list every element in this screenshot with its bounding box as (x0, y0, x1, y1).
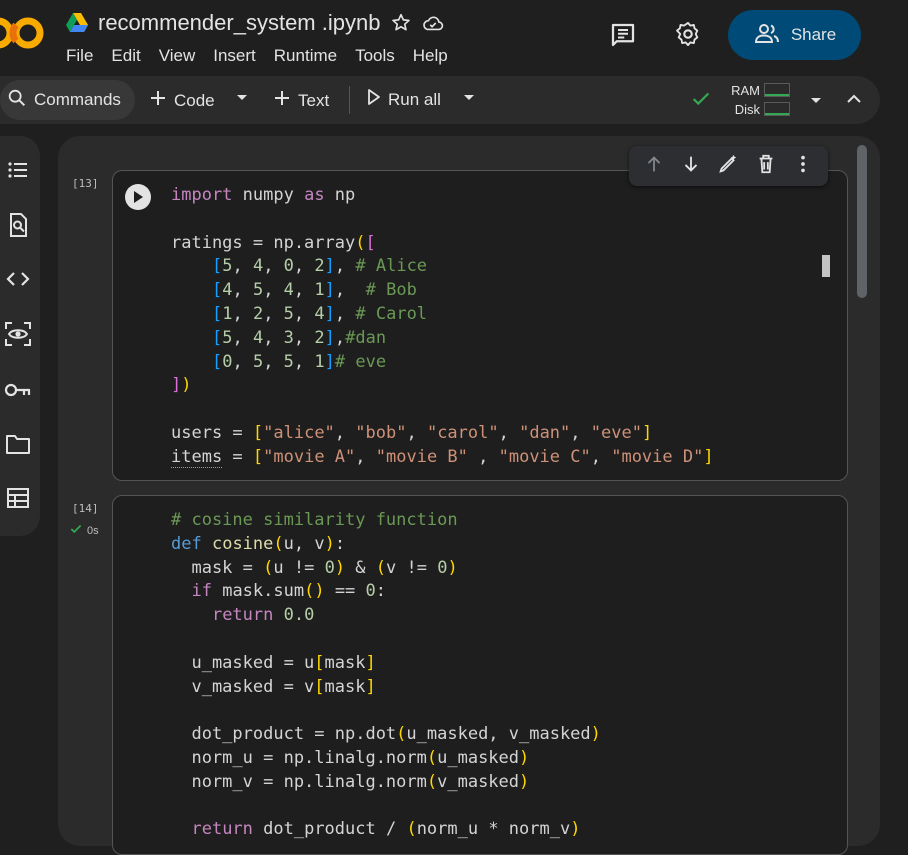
toolbar-divider (349, 86, 350, 114)
menu-runtime[interactable]: Runtime (274, 46, 337, 66)
menu-insert[interactable]: Insert (213, 46, 256, 66)
page-scrollbar[interactable] (857, 145, 867, 298)
search-icon (6, 87, 28, 114)
commands-button[interactable]: Commands (0, 80, 135, 120)
side-rail (0, 136, 40, 536)
cloud-saved-icon[interactable] (422, 12, 444, 34)
more-vert-icon[interactable] (792, 153, 814, 180)
menu-help[interactable]: Help (413, 46, 448, 66)
code-cell[interactable]: import numpy as np ratings = np.array([ … (112, 170, 848, 481)
cell-toolbar (629, 146, 828, 186)
resource-monitor[interactable]: RAM Disk (730, 81, 760, 119)
chevron-down-icon[interactable] (461, 92, 477, 104)
check-icon (69, 522, 83, 539)
folder-icon[interactable] (4, 430, 32, 458)
plus-icon (272, 88, 292, 113)
code-cell[interactable]: # cosine similarity function def cosine(… (112, 495, 848, 855)
add-text-button[interactable]: Text (272, 88, 329, 113)
run-all-button[interactable]: Run all (366, 88, 441, 111)
plus-icon (148, 88, 168, 113)
execution-time: 0s (87, 524, 99, 537)
edit-icon[interactable] (717, 153, 739, 180)
notebook-title[interactable]: recommender_system .ipynb (98, 10, 380, 36)
commands-label: Commands (34, 90, 121, 109)
key-icon[interactable] (4, 376, 32, 404)
ram-meter (764, 83, 790, 97)
table-icon[interactable] (4, 484, 32, 512)
ram-label: RAM (731, 83, 760, 98)
menu-view[interactable]: View (159, 46, 196, 66)
menu-tools[interactable]: Tools (355, 46, 395, 66)
star-icon[interactable] (390, 12, 412, 34)
code-label: Code (174, 90, 215, 110)
share-button[interactable]: Share (728, 10, 861, 60)
drive-icon[interactable] (66, 13, 88, 33)
execution-status: 0s (69, 522, 99, 539)
chevron-down-icon[interactable] (808, 94, 824, 112)
execution-count: [13] (72, 177, 99, 190)
code-snippets-icon[interactable] (4, 265, 32, 293)
add-code-button[interactable]: Code (148, 88, 215, 113)
run-cell-button[interactable] (125, 184, 151, 210)
cell-scrollbar[interactable] (822, 255, 830, 277)
arrow-up-icon[interactable] (643, 153, 665, 180)
share-label: Share (790, 25, 837, 44)
menu-edit[interactable]: Edit (111, 46, 140, 66)
toc-icon[interactable] (4, 156, 32, 184)
execution-count: [14] (72, 502, 99, 515)
text-label: Text (298, 90, 330, 110)
chevron-up-icon[interactable] (845, 92, 863, 111)
play-icon (366, 88, 382, 111)
menu-file[interactable]: File (66, 46, 93, 66)
people-icon (753, 22, 781, 49)
gear-icon[interactable] (674, 20, 702, 48)
title-row: recommender_system .ipynb (66, 10, 444, 36)
code-editor[interactable]: # cosine similarity function def cosine(… (171, 509, 601, 842)
chevron-down-icon[interactable] (234, 92, 250, 104)
delete-icon[interactable] (755, 153, 777, 180)
variables-icon[interactable] (4, 320, 32, 348)
comment-icon[interactable] (608, 20, 638, 50)
disk-label: Disk (734, 102, 760, 117)
arrow-down-icon[interactable] (680, 153, 702, 180)
run-all-label: Run all (388, 89, 441, 109)
check-icon (690, 88, 712, 115)
menu-bar: File Edit View Insert Runtime Tools Help (66, 46, 466, 66)
find-icon[interactable] (4, 211, 32, 239)
code-editor[interactable]: import numpy as np ratings = np.array([ … (171, 184, 714, 470)
colab-logo-icon[interactable] (0, 12, 48, 54)
disk-meter (764, 102, 790, 116)
